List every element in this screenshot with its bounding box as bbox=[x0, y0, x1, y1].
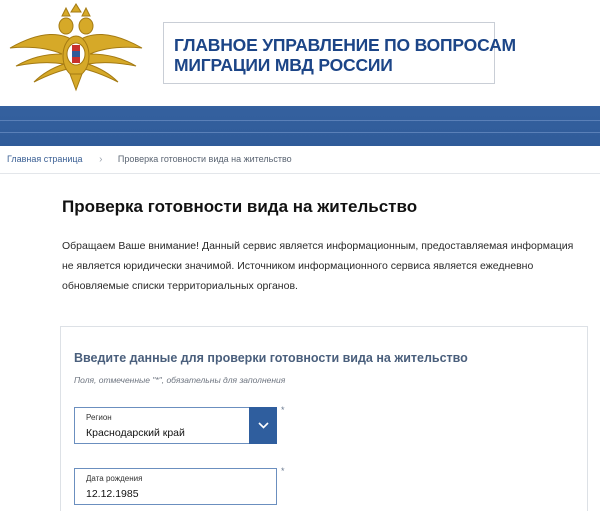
header-navigation-band bbox=[0, 106, 600, 146]
breadcrumb: Главная страница › Проверка готовности в… bbox=[0, 146, 600, 174]
band-stripe bbox=[0, 132, 600, 133]
region-dropdown-button[interactable] bbox=[249, 407, 277, 444]
agency-title-line-1: ГЛАВНОЕ УПРАВЛЕНИЕ ПО ВОПРОСАМ bbox=[174, 35, 516, 55]
breadcrumb-current: Проверка готовности вида на жительство bbox=[117, 154, 292, 164]
region-select[interactable]: Регион Краснодарский край bbox=[74, 407, 277, 444]
breadcrumb-home-link[interactable]: Главная страница bbox=[7, 154, 83, 164]
agency-title-line-2: МИГРАЦИИ МВД РОССИИ bbox=[174, 55, 393, 75]
double-headed-eagle-emblem-icon[interactable] bbox=[2, 2, 150, 92]
notice-line-1: Обращаем Ваше внимание! Данный сервис яв… bbox=[62, 240, 574, 252]
region-value: Краснодарский край bbox=[86, 427, 185, 439]
band-stripe bbox=[0, 120, 600, 121]
region-required-mark: * bbox=[281, 405, 285, 415]
region-label: Регион bbox=[86, 413, 112, 422]
breadcrumb-chevron-icon: › bbox=[99, 154, 103, 165]
form-heading: Введите данные для проверки готовности в… bbox=[74, 351, 468, 365]
site-header: ГЛАВНОЕ УПРАВЛЕНИЕ ПО ВОПРОСАМ МИГРАЦИИ … bbox=[0, 0, 600, 105]
agency-title-box: ГЛАВНОЕ УПРАВЛЕНИЕ ПО ВОПРОСАМ МИГРАЦИИ … bbox=[163, 22, 516, 84]
birthdate-label: Дата рождения bbox=[86, 474, 143, 483]
chevron-down-icon bbox=[257, 422, 269, 429]
birthdate-required-mark: * bbox=[281, 466, 285, 476]
service-notice: Обращаем Ваше внимание! Данный сервис яв… bbox=[62, 236, 592, 296]
birthdate-input[interactable]: Дата рождения 12.12.1985 bbox=[74, 468, 277, 505]
birthdate-value: 12.12.1985 bbox=[86, 488, 139, 500]
required-fields-hint: Поля, отмеченные "*", обязательны для за… bbox=[74, 375, 286, 385]
notice-line-2: не является юридически значимой. Источни… bbox=[62, 260, 534, 272]
check-form-panel: Введите данные для проверки готовности в… bbox=[60, 326, 588, 511]
page-title: Проверка готовности вида на жительство bbox=[62, 197, 418, 216]
notice-line-3: обновляемые списки территориальных орган… bbox=[62, 280, 298, 292]
